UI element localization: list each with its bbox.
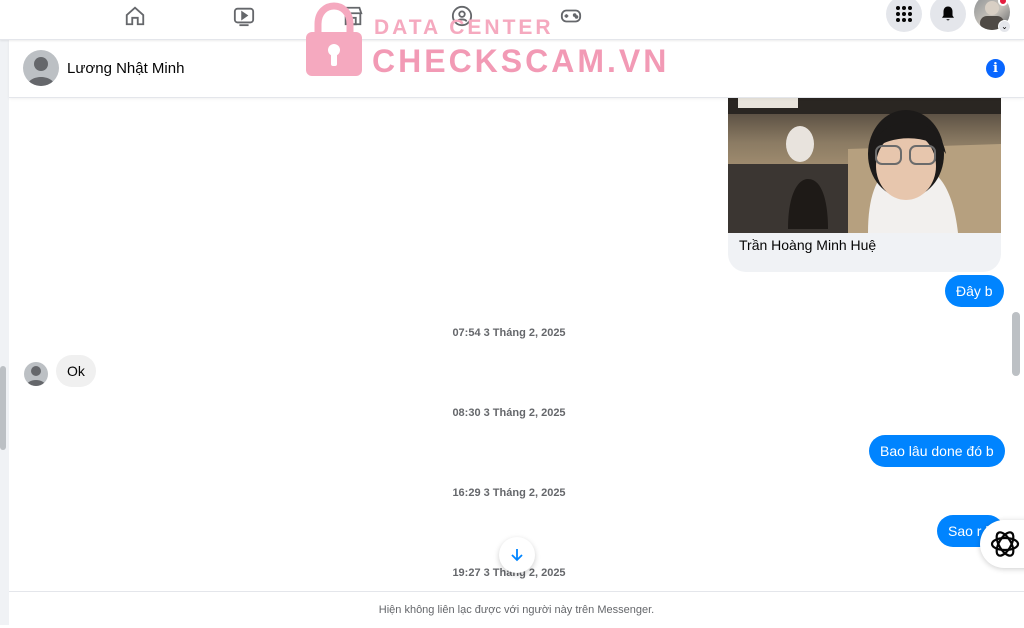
notifications-icon[interactable] <box>930 0 966 32</box>
gaming-icon[interactable] <box>558 3 584 29</box>
contact-name[interactable]: Lương Nhật Minh <box>67 60 184 77</box>
contact-avatar[interactable] <box>23 50 59 86</box>
right-scrollbar-thumb[interactable] <box>1012 312 1020 376</box>
info-icon[interactable]: i <box>986 59 1005 78</box>
scroll-to-bottom-button[interactable] <box>499 537 535 573</box>
shared-card-title: Trần Hoàng Minh Huệ <box>739 237 877 253</box>
message-list: Trần Hoàng Minh Huệ Đây b 07:54 3 Tháng … <box>9 98 1009 590</box>
chevron-down-icon[interactable]: ⌄ <box>998 20 1011 33</box>
contact-avatar-small <box>24 362 48 386</box>
unavailable-notice: Hiện không liên lạc được với người này t… <box>9 591 1024 625</box>
outgoing-message[interactable]: Đây b <box>945 275 1004 307</box>
message-timestamp: 08:30 3 Tháng 2, 2025 <box>452 407 566 419</box>
shared-photo <box>728 98 1001 233</box>
watermark-lock-icon <box>306 2 362 76</box>
outgoing-message[interactable]: Bao lâu done đó b <box>869 435 1005 467</box>
arrow-down-icon <box>511 549 523 562</box>
message-timestamp: 07:54 3 Tháng 2, 2025 <box>452 327 566 339</box>
watermark-line2: CHECKSCAM.VN <box>372 43 670 79</box>
left-scrollbar-thumb[interactable] <box>0 366 6 450</box>
shared-profile-card[interactable]: Trần Hoàng Minh Huệ <box>728 98 1001 272</box>
menu-grid-icon[interactable] <box>886 0 922 32</box>
incoming-message[interactable]: Ok <box>56 355 96 387</box>
assistant-logo-icon <box>990 531 1020 557</box>
watermark-line1: DATA CENTER <box>374 16 554 39</box>
left-panel-edge <box>0 40 9 625</box>
message-timestamp: 16:29 3 Tháng 2, 2025 <box>452 487 566 499</box>
video-icon[interactable] <box>231 3 257 29</box>
home-icon[interactable] <box>122 3 148 29</box>
assistant-widget-button[interactable] <box>980 520 1024 568</box>
